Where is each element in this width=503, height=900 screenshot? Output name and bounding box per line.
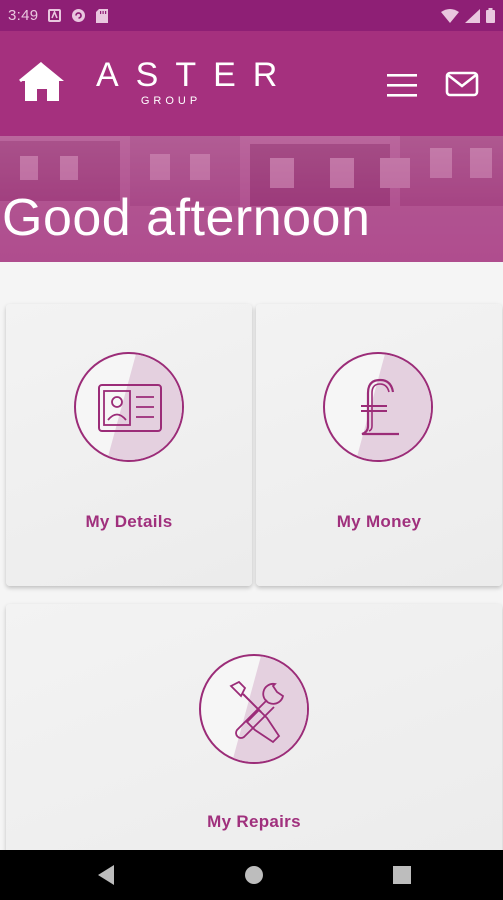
pound-icon	[361, 378, 399, 436]
greeting-banner: Good afternoon	[0, 136, 503, 262]
my-money-icon-circle	[323, 352, 433, 462]
status-time: 3:49	[8, 7, 39, 24]
my-details-icon-circle	[74, 352, 184, 462]
system-nav-bar	[0, 850, 503, 900]
my-details-tile[interactable]: My Details	[6, 304, 252, 586]
my-repairs-icon-circle	[199, 654, 309, 764]
greeting-text: Good afternoon	[2, 189, 371, 247]
my-repairs-label: My Repairs	[207, 812, 301, 831]
aster-group-logo: ASTER GROUP	[96, 55, 295, 115]
logo-main-text: ASTER	[96, 56, 295, 94]
menu-icon[interactable]	[385, 71, 419, 99]
sync-icon	[72, 9, 86, 22]
sd-card-icon	[96, 8, 109, 23]
wifi-icon	[441, 8, 459, 23]
mail-icon[interactable]	[445, 71, 479, 97]
back-icon[interactable]	[96, 864, 116, 886]
dashboard-content: My Details My Money My Repairs	[0, 262, 503, 854]
my-repairs-tile[interactable]: My Repairs	[6, 604, 502, 854]
battery-icon	[486, 8, 495, 23]
signal-icon	[465, 8, 480, 23]
id-card-icon	[98, 384, 162, 432]
notification-icon	[48, 9, 62, 22]
app-header: ASTER GROUP	[0, 31, 503, 136]
my-details-label: My Details	[85, 512, 173, 531]
tools-icon	[229, 680, 285, 744]
my-money-label: My Money	[336, 512, 422, 531]
logo-sub-text: GROUP	[140, 95, 202, 107]
home-icon[interactable]	[18, 61, 66, 103]
status-bar: 3:49	[0, 0, 503, 31]
my-money-tile[interactable]: My Money	[256, 304, 502, 586]
recents-icon[interactable]	[392, 864, 412, 886]
home-circle-icon[interactable]	[244, 864, 264, 886]
